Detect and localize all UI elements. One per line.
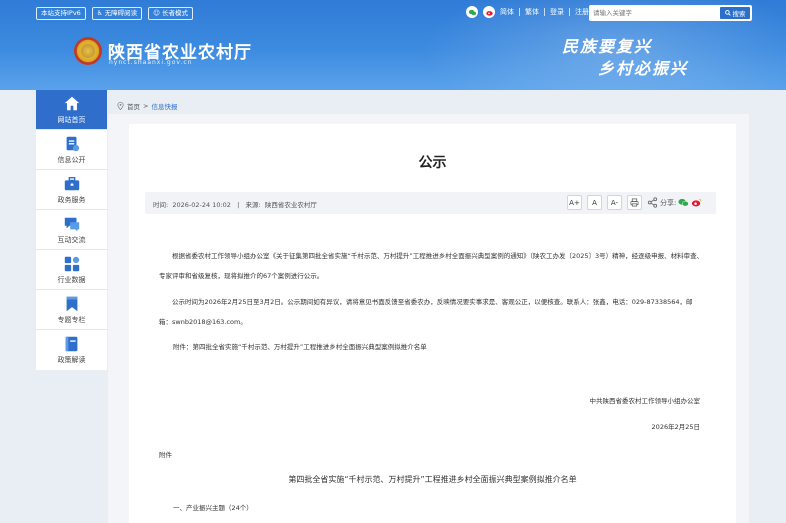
weibo-share-icon[interactable] [691, 197, 702, 208]
nav-item-home[interactable]: 网站首页 [36, 90, 107, 130]
nav-item-gov-services[interactable]: 政务服务 [36, 170, 107, 210]
slogan-line2: 乡村必振兴 [598, 59, 689, 78]
attachment-label: 附件 [159, 451, 172, 459]
nav-item-label: 网站首页 [57, 115, 86, 124]
nav-item-label: 行业数据 [57, 275, 86, 284]
font-larger-button[interactable]: A+ [567, 195, 582, 210]
slogan-line1: 民族要复兴 [562, 37, 653, 56]
search-icon [724, 10, 731, 16]
search-button-label: 搜索 [732, 10, 746, 18]
nav-item-label: 信息公开 [57, 155, 86, 164]
category-heading: 一、产业振兴主题（24个） [173, 504, 253, 512]
article-info: 时间: 2026-02-24 10:02 | 来源: 陕西省农业农村厅 [153, 199, 317, 209]
article-source: 陕西省农业农村厅 [264, 201, 317, 209]
search-input[interactable] [593, 7, 715, 19]
weibo-icon[interactable] [483, 6, 495, 18]
divider [544, 8, 545, 16]
share-label: 分享: [660, 198, 677, 207]
wheelchair-icon: ♿ [96, 9, 103, 17]
info-divider: | [237, 201, 240, 209]
signature: 中共陕西省委农村工作领导小组办公室 [589, 397, 701, 405]
attachment-link[interactable]: 附件：第四批全省实施“千村示范、万村提升”工程推进乡村全面振兴典型案例拟推介名单 [173, 337, 693, 357]
time-label: 时间: [153, 201, 169, 209]
share-area: 分享: [647, 197, 702, 208]
source-label: 来源: [245, 201, 261, 209]
home-icon [64, 96, 79, 110]
nav-item-label: 政务服务 [57, 195, 86, 204]
search-button[interactable]: 搜索 [720, 7, 750, 19]
nav-item-info-disclosure[interactable]: 信息公开 [36, 130, 107, 170]
elder-mode-button[interactable]: ☺ 长者模式 [148, 7, 193, 20]
national-emblem-logo [74, 37, 102, 65]
side-nav: 网站首页 信息公开 政务服务 互动交流 行业数据 专题专栏 政策解读 [36, 90, 107, 370]
attachment-list-title: 第四批全省实施“千村示范、万村提升”工程推进乡村全面振兴典型案例拟推介名单 [288, 475, 577, 484]
paragraph-2: 公示时间为2026年2月25日至3月2日。公示期间如有异议，请将意见书面反馈至省… [159, 298, 693, 326]
ipv6-badge-label: 本站支持IPv6 [41, 9, 81, 17]
document-icon [66, 136, 79, 151]
paragraph-1: 根据省委农村工作领导小组办公室《关于征集第四批全省实施“千村示范、万村提升”工程… [159, 252, 704, 280]
divider [569, 8, 570, 16]
simplified-link[interactable]: 简体 [500, 7, 514, 17]
accessible-reading-label: 无障碍阅读 [104, 9, 138, 17]
elder-mode-label: 长者模式 [161, 9, 188, 17]
breadcrumb: 首页 > 信息快报 [117, 101, 177, 111]
nav-item-special-topics[interactable]: 专题专栏 [36, 290, 107, 330]
elder-icon: ☺ [153, 9, 160, 17]
wechat-icon[interactable] [466, 6, 478, 18]
publish-time: 2026-02-24 10:02 [172, 201, 231, 209]
nav-item-industry-data[interactable]: 行业数据 [36, 250, 107, 290]
font-smaller-button[interactable]: A- [607, 195, 622, 210]
breadcrumb-home[interactable]: 首页 [127, 101, 140, 111]
nav-item-label: 互动交流 [57, 235, 86, 244]
breadcrumb-current[interactable]: 信息快报 [151, 101, 177, 111]
top-links: 简体 繁体 登录 注册 [466, 6, 589, 18]
search-box: 搜索 [589, 5, 752, 21]
bookmark-icon [66, 296, 77, 311]
grid-icon [64, 256, 79, 271]
slogan: 民族要复兴 乡村必振兴 [562, 33, 722, 78]
nav-item-interaction[interactable]: 互动交流 [36, 210, 107, 250]
register-link[interactable]: 注册 [575, 7, 589, 17]
signature-date: 2026年2月25日 [651, 423, 700, 431]
divider [519, 8, 520, 16]
nav-item-label: 政策解读 [57, 356, 86, 364]
book-icon [65, 336, 77, 352]
accessibility-badges: 本站支持IPv6 ♿ 无障碍阅读 ☺ 长者模式 [36, 7, 193, 20]
print-icon[interactable] [627, 195, 642, 210]
breadcrumb-separator: > [143, 102, 149, 110]
wechat-share-icon[interactable] [678, 197, 689, 208]
ipv6-badge[interactable]: 本站支持IPv6 [36, 7, 86, 20]
login-link[interactable]: 登录 [550, 7, 564, 17]
article-tools: A+ A A- 分享: [567, 195, 702, 210]
traditional-link[interactable]: 繁体 [525, 7, 539, 17]
accessible-reading-button[interactable]: ♿ 无障碍阅读 [91, 7, 143, 20]
share-icon [647, 197, 658, 208]
nav-item-label: 专题专栏 [57, 315, 86, 324]
nav-item-policy-interpretation[interactable]: 政策解读 [36, 330, 107, 370]
location-pin-icon [117, 102, 124, 110]
site-header: 本站支持IPv6 ♿ 无障碍阅读 ☺ 长者模式 简体 繁体 登录 注册 搜索 陕 [0, 0, 786, 90]
site-url: nynct.shaanxi.gov.cn [109, 59, 193, 66]
article-meta-bar: 时间: 2026-02-24 10:02 | 来源: 陕西省农业农村厅 A+ A… [145, 192, 716, 214]
briefcase-icon [64, 176, 79, 190]
article-title: 公示 [418, 155, 447, 171]
chat-icon [64, 217, 79, 231]
font-normal-button[interactable]: A [587, 195, 602, 210]
